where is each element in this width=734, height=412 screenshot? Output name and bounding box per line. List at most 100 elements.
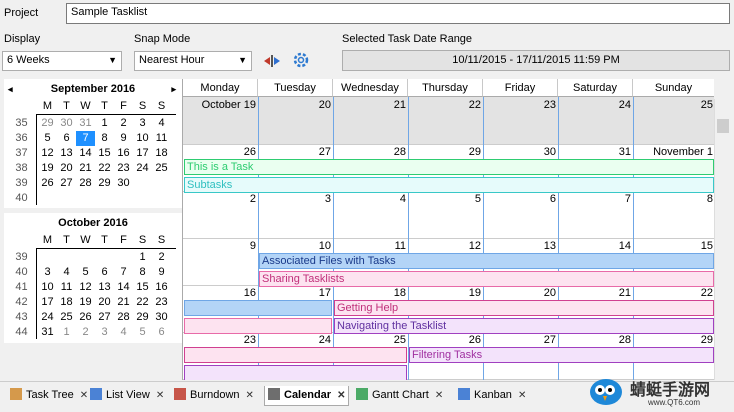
day-cell[interactable]: 13 — [57, 146, 76, 161]
calendar-grid[interactable]: Monday Tuesday Wednesday Thursday Friday Satu… — [182, 79, 714, 380]
day-number[interactable]: November 1 — [639, 146, 713, 158]
tab-list-view[interactable]: List View ✕ — [90, 386, 164, 406]
day-number[interactable]: 30 — [482, 146, 556, 158]
day-number[interactable]: 21 — [557, 287, 631, 299]
day-cell[interactable]: 20 — [95, 295, 114, 310]
day-cell[interactable]: 23 — [114, 161, 133, 176]
day-cell[interactable]: 4 — [152, 116, 171, 131]
day-cell[interactable]: 2 — [152, 250, 171, 265]
red-blue-arrows-icon[interactable] — [262, 52, 282, 70]
day-cell[interactable]: 17 — [38, 295, 57, 310]
day-number[interactable]: 27 — [482, 334, 556, 346]
day-cell[interactable]: 30 — [114, 176, 133, 191]
day-cell[interactable]: 15 — [95, 146, 114, 161]
day-number[interactable]: 16 — [183, 287, 256, 299]
display-select[interactable]: 6 Weeks ▼ — [2, 51, 122, 71]
scrollbar-thumb[interactable] — [717, 119, 729, 133]
day-cell[interactable]: 3 — [133, 116, 152, 131]
day-cell[interactable]: 30 — [57, 116, 76, 131]
day-cell[interactable]: 14 — [76, 146, 95, 161]
task-bar[interactable]: Sharing Tasklists — [259, 271, 714, 287]
day-cell[interactable]: 1 — [133, 250, 152, 265]
day-number[interactable]: 27 — [257, 146, 331, 158]
close-icon[interactable]: ✕ — [156, 390, 164, 401]
day-number[interactable]: 22 — [639, 287, 713, 299]
day-cell[interactable]: 7 — [114, 265, 133, 280]
day-cell[interactable]: 1 — [95, 116, 114, 131]
day-cell[interactable]: 15 — [133, 280, 152, 295]
day-number[interactable]: 26 — [183, 146, 256, 158]
day-cell[interactable]: 24 — [38, 310, 57, 325]
day-number[interactable]: 22 — [407, 99, 481, 111]
day-cell[interactable]: 19 — [76, 295, 95, 310]
day-cell[interactable]: 10 — [133, 131, 152, 146]
day-cell[interactable]: 29 — [95, 176, 114, 191]
day-cell[interactable]: 28 — [76, 176, 95, 191]
day-cell[interactable]: 19 — [38, 161, 57, 176]
day-number[interactable]: 7 — [557, 193, 631, 205]
day-number[interactable]: 18 — [332, 287, 406, 299]
day-cell[interactable]: 3 — [95, 325, 114, 340]
day-number[interactable]: 6 — [482, 193, 556, 205]
task-bar[interactable]: Filtering Tasks — [409, 347, 714, 363]
day-cell[interactable]: 29 — [133, 310, 152, 325]
day-number[interactable]: 21 — [332, 99, 406, 111]
day-cell[interactable]: 28 — [114, 310, 133, 325]
day-cell[interactable]: 27 — [95, 310, 114, 325]
day-number[interactable]: 20 — [482, 287, 556, 299]
day-cell[interactable]: 9 — [114, 131, 133, 146]
day-cell[interactable]: 11 — [57, 280, 76, 295]
day-number[interactable]: 15 — [639, 240, 713, 252]
day-cell[interactable]: 6 — [152, 325, 171, 340]
day-cell[interactable]: 6 — [57, 131, 76, 146]
day-cell[interactable]: 6 — [95, 265, 114, 280]
day-cell[interactable]: 2 — [76, 325, 95, 340]
day-cell[interactable]: 17 — [133, 146, 152, 161]
close-icon[interactable]: ✕ — [246, 390, 254, 401]
day-cell[interactable]: 20 — [57, 161, 76, 176]
day-number[interactable]: 11 — [332, 240, 406, 252]
day-cell[interactable]: 22 — [133, 295, 152, 310]
close-icon[interactable]: ✕ — [518, 390, 526, 401]
day-cell[interactable]: 4 — [114, 325, 133, 340]
task-bar[interactable]: Associated Files with Tasks — [259, 253, 714, 269]
project-field[interactable]: Sample Tasklist — [66, 3, 730, 24]
tab-calendar[interactable]: Calendar ✕ — [264, 386, 350, 406]
task-bar[interactable]: Subtasks — [184, 177, 714, 193]
day-cell[interactable]: 8 — [133, 265, 152, 280]
day-number[interactable]: 26 — [407, 334, 481, 346]
day-number[interactable]: 12 — [407, 240, 481, 252]
day-cell[interactable]: 14 — [114, 280, 133, 295]
task-bar[interactable] — [184, 318, 332, 334]
snap-mode-select[interactable]: Nearest Hour ▼ — [134, 51, 252, 71]
close-icon[interactable]: ✕ — [337, 390, 345, 401]
day-number[interactable]: 23 — [482, 99, 556, 111]
day-cell[interactable]: 21 — [76, 161, 95, 176]
day-number[interactable]: 24 — [257, 334, 331, 346]
day-number[interactable]: 17 — [257, 287, 331, 299]
day-number[interactable]: 13 — [482, 240, 556, 252]
day-cell[interactable]: 26 — [76, 310, 95, 325]
day-cell[interactable]: 22 — [95, 161, 114, 176]
day-cell[interactable]: 31 — [38, 325, 57, 340]
day-cell[interactable]: 18 — [152, 146, 171, 161]
day-cell[interactable]: 7 — [76, 131, 95, 146]
day-number[interactable]: 20 — [257, 99, 331, 111]
day-number[interactable]: 28 — [557, 334, 631, 346]
task-bar[interactable] — [184, 365, 407, 380]
day-cell[interactable]: 3 — [38, 265, 57, 280]
tab-task-tree[interactable]: Task Tree ✕ — [10, 386, 88, 406]
day-cell[interactable]: 24 — [133, 161, 152, 176]
day-cell[interactable]: 16 — [114, 146, 133, 161]
day-number[interactable]: 24 — [557, 99, 631, 111]
day-cell[interactable]: 16 — [152, 280, 171, 295]
close-icon[interactable]: ✕ — [435, 390, 443, 401]
day-cell[interactable]: 9 — [152, 265, 171, 280]
day-cell[interactable]: 13 — [95, 280, 114, 295]
day-cell[interactable]: 26 — [38, 176, 57, 191]
task-bar[interactable]: This is a Task — [184, 159, 714, 175]
day-cell[interactable]: 4 — [57, 265, 76, 280]
day-cell[interactable]: 5 — [133, 325, 152, 340]
day-cell[interactable]: 5 — [76, 265, 95, 280]
day-cell[interactable]: 23 — [152, 295, 171, 310]
